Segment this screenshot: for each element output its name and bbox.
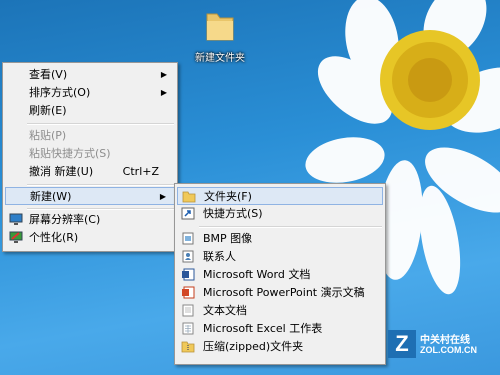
menu-item-undo-new[interactable]: 撤消 新建(U) Ctrl+Z — [5, 163, 175, 181]
menu-item-sort-by[interactable]: 排序方式(O) ▶ — [5, 84, 175, 102]
menu-item-label: 撤消 新建(U) — [29, 165, 94, 178]
menu-item-screen-resolution[interactable]: 屏幕分辨率(C) — [5, 211, 175, 229]
word-document-icon — [182, 268, 195, 281]
menu-item-label: 粘贴(P) — [29, 129, 67, 142]
menu-item-new[interactable]: 新建(W) ▶ — [5, 187, 175, 205]
shortcut-icon — [181, 207, 195, 220]
menu-item-label: 刷新(E) — [29, 104, 67, 117]
folder-icon — [182, 191, 196, 203]
personalize-icon — [9, 231, 23, 243]
excel-worksheet-icon — [182, 322, 194, 335]
desktop-folder-label: 新建文件夹 — [195, 53, 245, 64]
submenu-item-label: 联系人 — [203, 250, 236, 263]
submenu-arrow-icon: ▶ — [160, 88, 167, 97]
menu-item-label: 屏幕分辨率(C) — [29, 213, 101, 226]
menu-item-shortcut: Ctrl+Z — [122, 165, 159, 178]
submenu-item-label: 文本文档 — [203, 304, 247, 317]
menu-separator — [27, 123, 174, 125]
menu-item-view[interactable]: 查看(V) ▶ — [5, 66, 175, 84]
submenu-arrow-icon: ▶ — [159, 192, 166, 201]
menu-item-label: 查看(V) — [29, 68, 68, 81]
menu-separator — [199, 226, 382, 228]
monitor-icon — [9, 213, 23, 225]
submenu-item-contact[interactable]: 联系人 — [177, 248, 383, 266]
menu-item-label: 新建(W) — [30, 190, 72, 203]
text-document-icon — [182, 304, 194, 317]
submenu-item-folder[interactable]: 文件夹(F) — [177, 187, 383, 205]
menu-item-label: 个性化(R) — [29, 231, 79, 244]
watermark-en-text: ZOL.COM.CN — [420, 345, 477, 355]
submenu-item-label: 文件夹(F) — [204, 190, 252, 203]
submenu-item-label: Microsoft Excel 工作表 — [203, 322, 323, 335]
menu-item-label: 粘贴快捷方式(S) — [29, 147, 111, 160]
submenu-item-zipped-folder[interactable]: 压缩(zipped)文件夹 — [177, 338, 383, 356]
powerpoint-icon — [182, 286, 195, 299]
submenu-item-label: Microsoft PowerPoint 演示文稿 — [203, 286, 365, 299]
bmp-image-icon — [182, 232, 194, 245]
menu-item-refresh[interactable]: 刷新(E) — [5, 102, 175, 120]
folder-icon — [206, 13, 234, 41]
menu-separator — [27, 208, 174, 210]
menu-separator — [27, 184, 174, 186]
contact-icon — [182, 250, 194, 263]
zipped-folder-icon — [181, 341, 195, 353]
new-submenu: 文件夹(F) 快捷方式(S) BMP 图像 联系人 Microsoft Word… — [174, 183, 386, 365]
submenu-item-label: 压缩(zipped)文件夹 — [203, 340, 304, 353]
submenu-item-shortcut[interactable]: 快捷方式(S) — [177, 205, 383, 223]
submenu-item-word-document[interactable]: Microsoft Word 文档 — [177, 266, 383, 284]
submenu-item-label: 快捷方式(S) — [203, 207, 263, 220]
submenu-item-label: BMP 图像 — [203, 232, 253, 245]
menu-item-label: 排序方式(O) — [29, 86, 91, 99]
desktop-folder[interactable]: 新建文件夹 — [180, 8, 260, 64]
submenu-item-text-document[interactable]: 文本文档 — [177, 302, 383, 320]
watermark-cn-text: 中关村在线 — [420, 335, 470, 346]
menu-item-paste: 粘贴(P) — [5, 127, 175, 145]
submenu-item-excel-worksheet[interactable]: Microsoft Excel 工作表 — [177, 320, 383, 338]
submenu-item-powerpoint[interactable]: Microsoft PowerPoint 演示文稿 — [177, 284, 383, 302]
context-menu: 查看(V) ▶ 排序方式(O) ▶ 刷新(E) 粘贴(P) 粘贴快捷方式(S) … — [2, 62, 178, 252]
submenu-item-bmp-image[interactable]: BMP 图像 — [177, 230, 383, 248]
menu-item-paste-shortcut: 粘贴快捷方式(S) — [5, 145, 175, 163]
submenu-arrow-icon: ▶ — [160, 70, 167, 79]
zol-logo: Z — [388, 330, 416, 358]
menu-item-personalize[interactable]: 个性化(R) — [5, 229, 175, 247]
submenu-item-label: Microsoft Word 文档 — [203, 268, 311, 281]
